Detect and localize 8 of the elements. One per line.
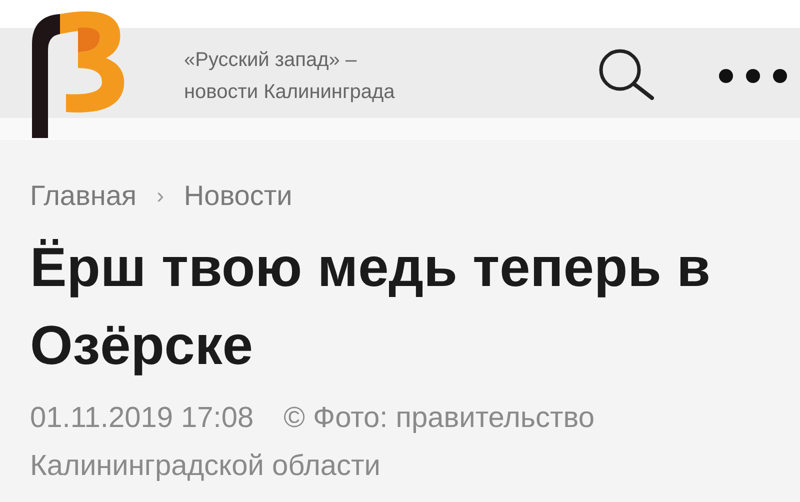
- article-title: Ёрш твою медь теперь в Озёрске: [30, 235, 712, 378]
- site-tagline: «Русский запад» –: [184, 48, 358, 73]
- breadcrumb-separator: ›: [156, 183, 164, 209]
- site-tagline: новости Калининграда: [184, 80, 396, 105]
- article-meta: 01.11.2019 17:08 © Фото: правительство Калининградской области: [30, 401, 596, 484]
- breadcrumb-link[interactable]: Главная: [30, 180, 137, 212]
- more-menu-icon[interactable]: [718, 68, 788, 84]
- breadcrumb-link[interactable]: Новости: [184, 180, 292, 212]
